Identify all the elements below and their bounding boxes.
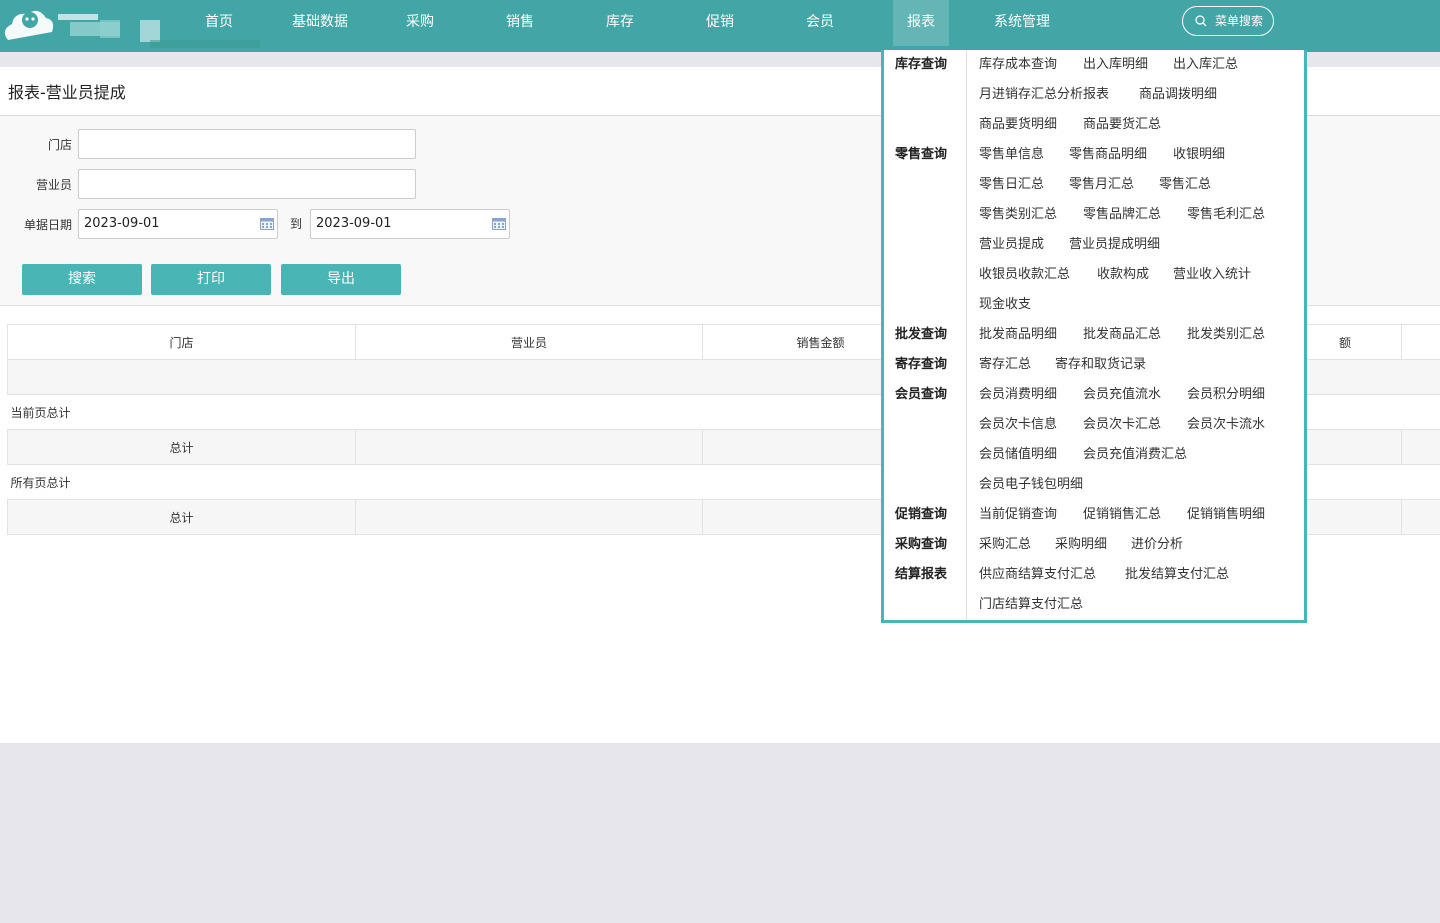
table-cell (355, 499, 703, 535)
calendar-icon[interactable] (260, 217, 274, 230)
nav-member[interactable]: 会员 (790, 0, 850, 46)
menu-item-stock-io-summary[interactable]: 出入库汇总 (1173, 50, 1238, 80)
menu-item-retail-monthly-summary[interactable]: 零售月汇总 (1069, 170, 1134, 200)
menu-item-requisition-summary[interactable]: 商品要货汇总 (1083, 110, 1161, 140)
dropdown-category-deposit: 寄存查询 (895, 357, 948, 372)
menu-item-retail-summary[interactable]: 零售汇总 (1159, 170, 1211, 200)
menu-item-retail-category-summary[interactable]: 零售类别汇总 (979, 200, 1057, 230)
total-label: 总计 (7, 429, 356, 465)
page-title: 报表-营业员提成 (8, 83, 126, 102)
column-header-extra (1401, 324, 1440, 360)
menu-item-member-recharge-flow[interactable]: 会员充值流水 (1083, 380, 1161, 410)
menu-item-retail-item-detail[interactable]: 零售商品明细 (1069, 140, 1147, 170)
dropdown-category-wholesale: 批发查询 (895, 327, 948, 342)
export-button[interactable]: 导出 (281, 264, 401, 295)
menu-item-requisition-detail[interactable]: 商品要货明细 (979, 110, 1057, 140)
menu-item-purchase-summary[interactable]: 采购汇总 (979, 530, 1031, 560)
menu-item-member-card-flow[interactable]: 会员次卡流水 (1187, 410, 1265, 440)
search-icon (1195, 15, 1207, 27)
menu-item-promotion-sales-summary[interactable]: 促销销售汇总 (1083, 500, 1161, 530)
dropdown-category-purchase: 采购查询 (895, 537, 948, 552)
column-header-clerk[interactable]: 营业员 (355, 324, 703, 360)
menu-item-wholesale-item-detail[interactable]: 批发商品明细 (979, 320, 1057, 350)
menu-item-retail-margin-summary[interactable]: 零售毛利汇总 (1187, 200, 1265, 230)
nav-inventory[interactable]: 库存 (590, 0, 650, 46)
dropdown-category-member: 会员查询 (895, 387, 948, 402)
calendar-icon[interactable] (492, 217, 506, 230)
date-to-input[interactable]: 2023-09-01 (310, 209, 510, 239)
nav-basic-data[interactable]: 基础数据 (284, 0, 356, 46)
menu-item-member-card-info[interactable]: 会员次卡信息 (979, 410, 1057, 440)
menu-item-wholesale-item-summary[interactable]: 批发商品汇总 (1083, 320, 1161, 350)
nav-system-settings[interactable]: 系统管理 (986, 0, 1058, 46)
menu-item-wholesale-category-summary[interactable]: 批发类别汇总 (1187, 320, 1265, 350)
dropdown-category-inventory: 库存查询 (895, 57, 948, 72)
print-button[interactable]: 打印 (151, 264, 271, 295)
menu-item-deposit-summary[interactable]: 寄存汇总 (979, 350, 1031, 380)
date-label: 单据日期 (23, 218, 72, 232)
dropdown-category-promotion: 促销查询 (895, 507, 948, 522)
nav-purchase[interactable]: 采购 (390, 0, 450, 46)
menu-item-retail-daily-summary[interactable]: 零售日汇总 (979, 170, 1044, 200)
table-cell (355, 429, 703, 465)
menu-item-member-consumption-detail[interactable]: 会员消费明细 (979, 380, 1057, 410)
menu-item-purchase-detail[interactable]: 采购明细 (1055, 530, 1107, 560)
search-button[interactable]: 搜索 (22, 264, 142, 295)
menu-item-deposit-pickup-records[interactable]: 寄存和取货记录 (1055, 350, 1146, 380)
reports-dropdown-menu: 库存查询 库存成本查询 出入库明细 出入库汇总 月进销存汇总分析报表 商品调拨明… (881, 50, 1307, 623)
menu-item-stock-io-detail[interactable]: 出入库明细 (1083, 50, 1148, 80)
store-label: 门店 (47, 138, 72, 152)
menu-item-purchase-price-analysis[interactable]: 进价分析 (1131, 530, 1183, 560)
menu-item-supplier-settlement-summary[interactable]: 供应商结算支付汇总 (979, 560, 1096, 590)
menu-item-cash-income-expense[interactable]: 现金收支 (979, 290, 1031, 320)
date-from-value: 2023-09-01 (84, 216, 160, 231)
menu-item-clerk-commission-detail[interactable]: 营业员提成明细 (1069, 230, 1160, 260)
store-input[interactable] (78, 129, 416, 159)
date-from-input[interactable]: 2023-09-01 (78, 209, 278, 239)
menu-item-promotion-sales-detail[interactable]: 促销销售明细 (1187, 500, 1265, 530)
menu-item-retail-order-info[interactable]: 零售单信息 (979, 140, 1044, 170)
column-header-store[interactable]: 门店 (7, 324, 356, 360)
menu-item-store-settlement-summary[interactable]: 门店结算支付汇总 (979, 590, 1083, 620)
menu-item-payment-composition[interactable]: 收款构成 (1097, 260, 1149, 290)
menu-item-member-points-detail[interactable]: 会员积分明细 (1187, 380, 1265, 410)
dropdown-category-retail: 零售查询 (895, 147, 948, 162)
menu-item-clerk-commission[interactable]: 营业员提成 (979, 230, 1044, 260)
date-to-label: 到 (289, 217, 302, 231)
clerk-input[interactable] (78, 169, 416, 199)
table-cell (1401, 499, 1440, 535)
table-cell (1401, 429, 1440, 465)
menu-item-member-stored-value-detail[interactable]: 会员储值明细 (979, 440, 1057, 470)
nav-promotion[interactable]: 促销 (690, 0, 750, 46)
menu-item-member-ewallet-detail[interactable]: 会员电子钱包明细 (979, 470, 1083, 500)
menu-item-monthly-stock-report[interactable]: 月进销存汇总分析报表 (979, 80, 1109, 110)
dropdown-divider (966, 50, 967, 620)
total-label: 总计 (7, 499, 356, 535)
menu-item-wholesale-settlement-summary[interactable]: 批发结算支付汇总 (1125, 560, 1229, 590)
nav-sales[interactable]: 销售 (490, 0, 550, 46)
menu-item-inventory-cost[interactable]: 库存成本查询 (979, 50, 1057, 80)
menu-item-revenue-statistics[interactable]: 营业收入统计 (1173, 260, 1251, 290)
menu-search-label: 菜单搜索 (1215, 14, 1264, 28)
nav-home[interactable]: 首页 (189, 0, 249, 46)
date-to-value: 2023-09-01 (316, 216, 392, 231)
menu-item-retail-brand-summary[interactable]: 零售品牌汇总 (1083, 200, 1161, 230)
clerk-label: 营业员 (35, 178, 72, 192)
dropdown-category-settlement: 结算报表 (895, 567, 948, 582)
nav-reports[interactable]: 报表 (893, 0, 949, 46)
menu-search-button[interactable]: 菜单搜索 (1182, 6, 1274, 36)
menu-item-member-card-summary[interactable]: 会员次卡汇总 (1083, 410, 1161, 440)
menu-item-cashier-collection-summary[interactable]: 收银员收款汇总 (979, 260, 1070, 290)
menu-item-cashier-detail[interactable]: 收银明细 (1173, 140, 1225, 170)
menu-item-current-promotion[interactable]: 当前促销查询 (979, 500, 1057, 530)
menu-item-transfer-detail[interactable]: 商品调拨明细 (1139, 80, 1217, 110)
menu-item-member-recharge-consumption-summary[interactable]: 会员充值消费汇总 (1083, 440, 1187, 470)
top-nav-bar: 首页 基础数据 采购 销售 库存 促销 会员 报表 系统管理 菜单搜索 (0, 0, 1440, 52)
